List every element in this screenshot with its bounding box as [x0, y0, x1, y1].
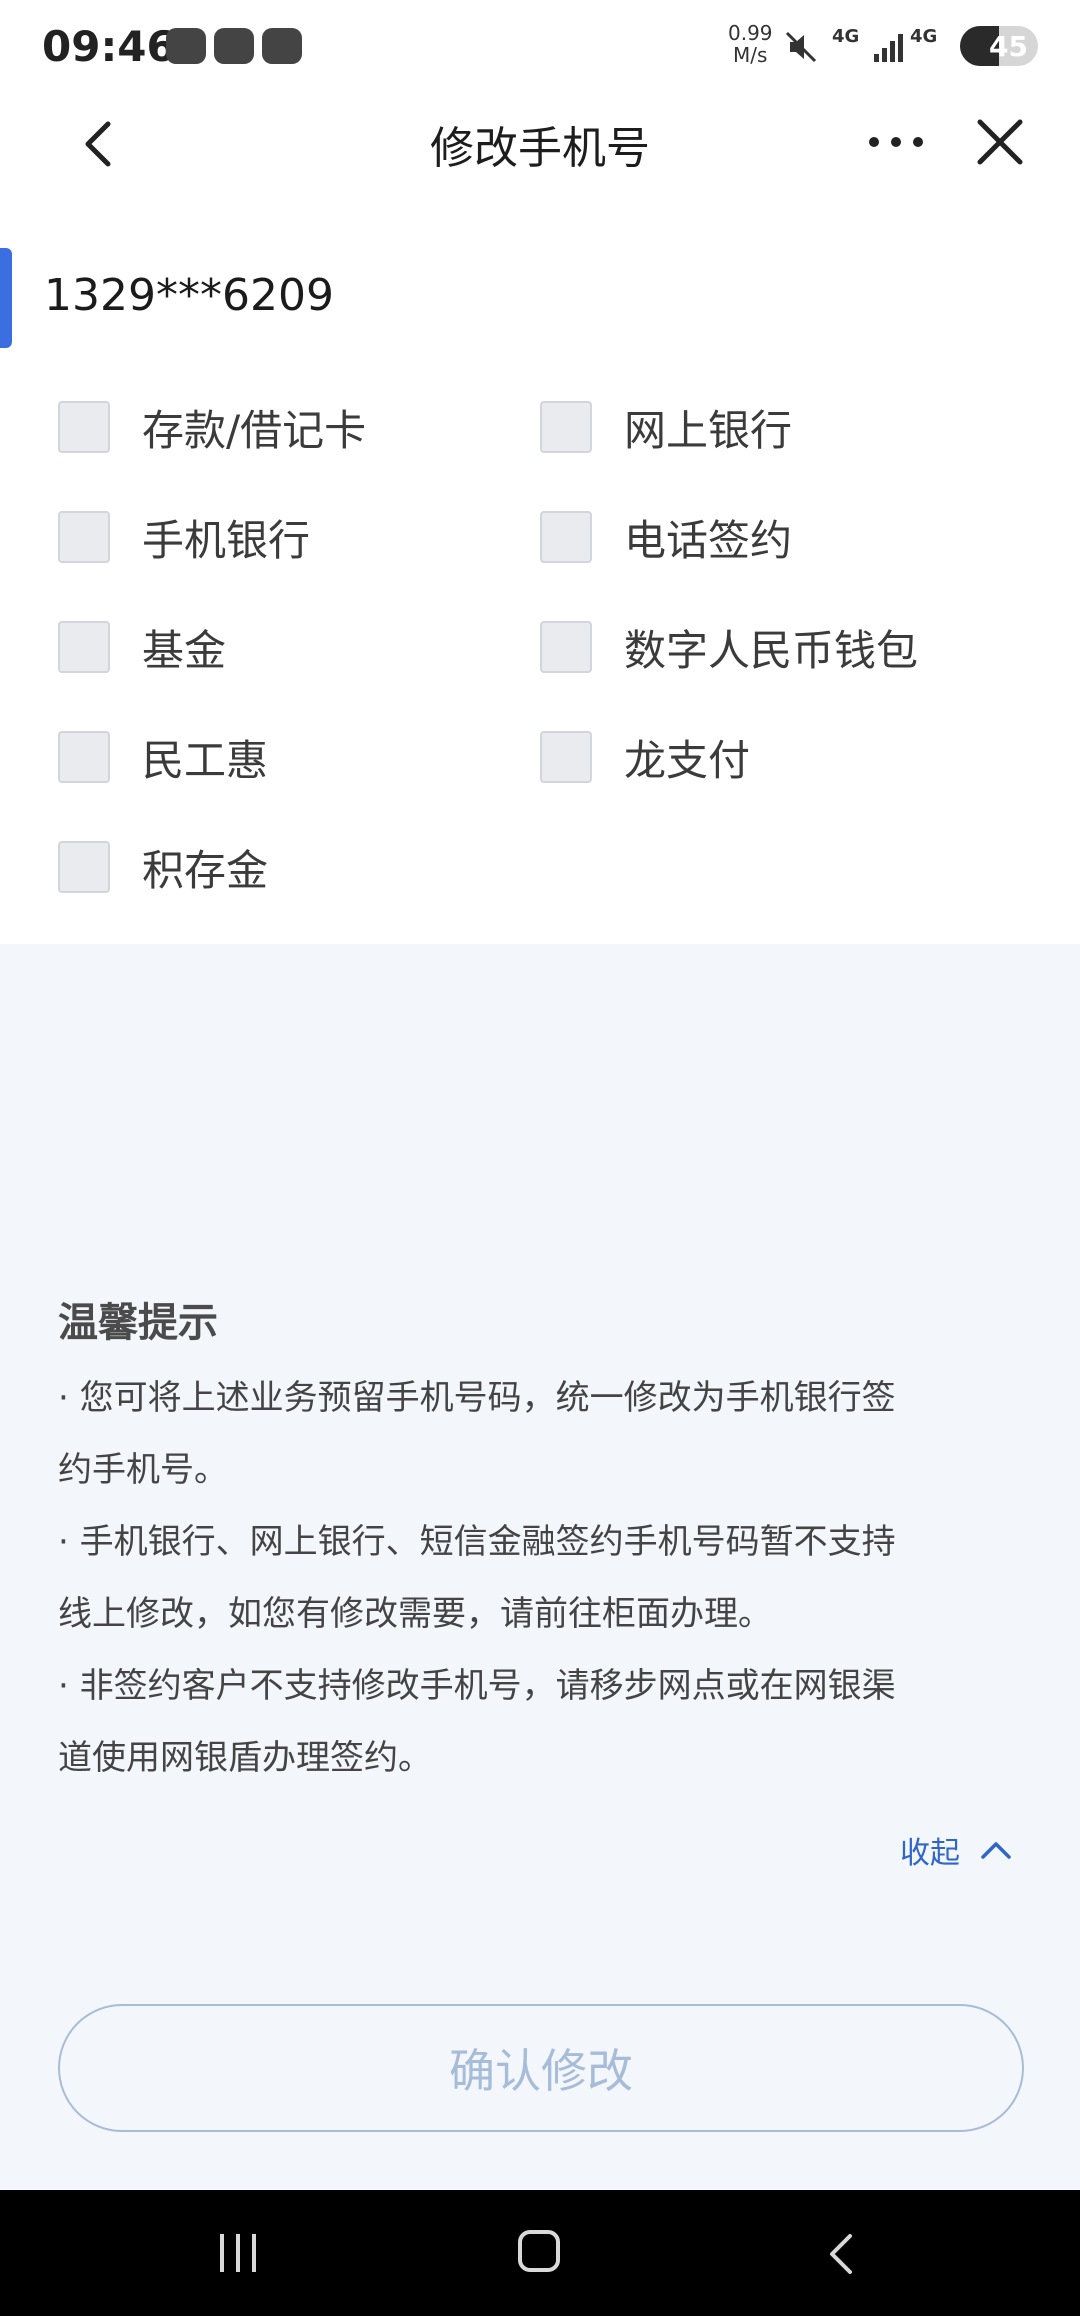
option-label: 龙支付: [624, 735, 751, 785]
network-speed: 0.99 M/s: [728, 22, 773, 66]
close-icon[interactable]: [972, 114, 1028, 170]
option-label: 基金: [142, 625, 227, 675]
option-phone-signing[interactable]: 电话签约: [540, 502, 792, 572]
checkbox[interactable]: [58, 401, 110, 453]
home-icon[interactable]: [518, 2230, 560, 2272]
network-type-2: 4G: [910, 26, 938, 47]
signal-icon: [874, 34, 903, 62]
option-fund[interactable]: 基金: [58, 612, 226, 682]
confirm-button[interactable]: 确认修改: [58, 2004, 1024, 2132]
tip-line: 约手机号。: [58, 1450, 228, 1490]
network-type-1: 4G: [832, 26, 860, 47]
option-label: 积存金: [142, 845, 269, 895]
status-time: 09:46: [42, 22, 176, 71]
option-deposit-card[interactable]: 存款/借记卡: [58, 392, 366, 462]
tip-line: · 您可将上述业务预留手机号码，统一修改为手机银行签: [58, 1378, 896, 1418]
task-icon: [262, 28, 302, 64]
collapse-tips-button[interactable]: 收起: [900, 1828, 1012, 1872]
tip-line: · 非签约客户不支持修改手机号，请移步网点或在网银渠: [58, 1666, 896, 1706]
option-label: 民工惠: [142, 735, 269, 785]
tip-line: 道使用网银盾办理签约。: [58, 1738, 432, 1778]
battery-icon: 45: [960, 26, 1038, 66]
tip-line: 线上修改，如您有修改需要，请前往柜面办理。: [58, 1594, 772, 1634]
network-speed-unit: M/s: [733, 43, 768, 67]
checkbox[interactable]: [58, 621, 110, 673]
checkbox[interactable]: [58, 731, 110, 783]
more-icon[interactable]: [866, 132, 926, 152]
option-label: 网上银行: [624, 405, 793, 455]
option-mingonghui[interactable]: 民工惠: [58, 722, 268, 792]
status-bar: 09:46 0.99 M/s 4G 4G 45: [0, 0, 1080, 96]
option-label: 存款/借记卡: [142, 405, 367, 455]
option-label: 电话签约: [624, 515, 793, 565]
service-selection-panel: 1329***6209 存款/借记卡 网上银行 手机银行 电话签约 基金 数字人…: [0, 188, 1080, 944]
checkbox[interactable]: [58, 511, 110, 563]
option-long-pay[interactable]: 龙支付: [540, 722, 750, 792]
chevron-up-icon: [981, 1842, 1011, 1859]
option-online-banking[interactable]: 网上银行: [540, 392, 792, 462]
checkbox[interactable]: [540, 511, 592, 563]
option-gold-accumulation[interactable]: 积存金: [58, 832, 268, 902]
checkbox[interactable]: [58, 841, 110, 893]
battery-level: 45: [989, 30, 1028, 63]
tip-line: · 手机银行、网上银行、短信金融签约手机号码暂不支持: [58, 1522, 896, 1562]
checkbox[interactable]: [540, 621, 592, 673]
tips-section: 温馨提示 · 您可将上述业务预留手机号码，统一修改为手机银行签 约手机号。 · …: [58, 1290, 1028, 1794]
option-digital-rmb-wallet[interactable]: 数字人民币钱包: [540, 612, 918, 682]
recents-icon[interactable]: [218, 2232, 258, 2274]
phone-number: 1329***6209: [44, 270, 334, 321]
system-nav-bar: [0, 2190, 1080, 2316]
accent-bar: [0, 248, 12, 348]
title-bar: 修改手机号: [0, 96, 1080, 188]
option-mobile-banking[interactable]: 手机银行: [58, 502, 310, 572]
network-speed-value: 0.99: [728, 21, 773, 45]
wechat-icon: [166, 28, 206, 64]
checkbox[interactable]: [540, 401, 592, 453]
checkbox[interactable]: [540, 731, 592, 783]
option-label: 数字人民币钱包: [624, 625, 919, 675]
system-back-icon[interactable]: [826, 2232, 854, 2276]
option-label: 手机银行: [142, 515, 311, 565]
tips-title: 温馨提示: [58, 1300, 218, 1346]
message-icon: [214, 28, 254, 64]
collapse-label: 收起: [900, 1836, 960, 1871]
mute-icon: [785, 31, 817, 63]
